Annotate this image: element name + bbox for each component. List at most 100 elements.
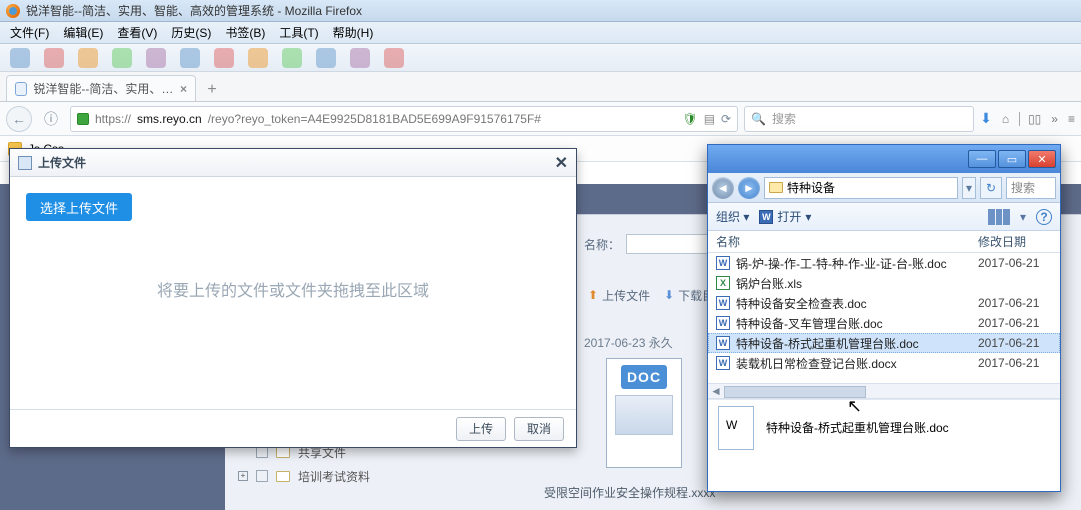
cancel-button[interactable]: 取消 — [514, 417, 564, 441]
explorer-search[interactable]: 搜索 — [1006, 177, 1056, 199]
col-mdate[interactable]: 修改日期 — [978, 233, 1052, 250]
explorer-toolbar: 组织 ▾ W打开 ▾ ▾ ? — [708, 203, 1060, 231]
window-titlebar: 锐洋智能--简洁、实用、智能、高效的管理系统 - Mozilla Firefox — [0, 0, 1081, 22]
window-title: 锐洋智能--简洁、实用、智能、高效的管理系统 - Mozilla Firefox — [26, 2, 362, 19]
modal-title: 上传文件 — [38, 154, 86, 171]
ext-icon[interactable] — [214, 48, 234, 68]
nav-back-button[interactable]: ◄ — [712, 177, 734, 199]
modal-close-icon[interactable]: ✕ — [555, 153, 568, 173]
selection-details: W 特种设备-桥式起重机管理台账.doc — [708, 399, 1060, 455]
doc-preview — [615, 395, 673, 435]
organize-menu[interactable]: 组织 ▾ — [716, 208, 749, 225]
help-icon[interactable]: ? — [1036, 209, 1052, 225]
new-tab-button[interactable]: + — [200, 79, 224, 101]
dropzone-text[interactable]: 将要上传的文件或文件夹拖拽至此区域 — [26, 277, 560, 301]
upload-file-link[interactable]: ⬆上传文件 — [584, 285, 654, 306]
breadcrumb-dropdown-icon[interactable]: ▾ — [962, 177, 976, 199]
expand-icon[interactable]: + — [238, 471, 248, 481]
bg-meta: 2017-06-23 永久 — [584, 334, 673, 351]
file-caption: 受限空间作业安全操作规程.xxxx — [544, 484, 715, 501]
name-input[interactable] — [626, 234, 716, 254]
file-row[interactable]: X锅炉台账.xls — [708, 273, 1060, 293]
nav-forward-button[interactable]: ► — [738, 177, 760, 199]
browser-tab[interactable]: 锐洋智能--简洁、实用、智能... × — [6, 75, 196, 101]
search-icon: 🔍 — [751, 112, 766, 126]
checkbox-icon[interactable] — [256, 470, 268, 482]
refresh-icon[interactable]: ⟳ — [721, 112, 731, 126]
ext-icon[interactable] — [180, 48, 200, 68]
search-box[interactable]: 🔍 搜索 — [744, 106, 974, 132]
menu-view[interactable]: 查看(V) — [111, 22, 163, 43]
word-icon: W — [716, 296, 730, 310]
search-placeholder: 搜索 — [772, 110, 796, 127]
urlbar[interactable]: https://sms.reyo.cn/reyo?reyo_token=A4E9… — [70, 106, 738, 132]
file-row[interactable]: W锅-炉-操-作-工-特-种-作-业-证-台-账.doc2017-06-21 — [708, 253, 1060, 273]
file-name: 特种设备安全检查表.doc — [736, 295, 867, 312]
shield-icon[interactable]: 🛡 — [682, 112, 697, 126]
ext-icon[interactable] — [146, 48, 166, 68]
file-thumbnail[interactable]: DOC — [606, 358, 682, 468]
horizontal-scrollbar[interactable] — [708, 383, 1060, 399]
ext-icon[interactable] — [78, 48, 98, 68]
upload-button[interactable]: 上传 — [456, 417, 506, 441]
open-with-menu[interactable]: W打开 ▾ — [759, 208, 811, 225]
ext-icon[interactable] — [44, 48, 64, 68]
modal-header[interactable]: 上传文件 ✕ — [10, 149, 576, 177]
menu-file[interactable]: 文件(F) — [4, 22, 55, 43]
navbar: ← ⓘ https://sms.reyo.cn/reyo?reyo_token=… — [0, 102, 1081, 136]
extension-toolbar — [0, 44, 1081, 72]
file-row[interactable]: W装载机日常检查登记台账.docx2017-06-21 — [708, 353, 1060, 373]
file-row[interactable]: W特种设备安全检查表.doc2017-06-21 — [708, 293, 1060, 313]
ext-icon[interactable] — [10, 48, 30, 68]
refresh-button[interactable]: ↻ — [980, 177, 1002, 199]
close-button[interactable]: ✕ — [1028, 150, 1056, 168]
minimize-button[interactable]: — — [968, 150, 996, 168]
tabbar: 锐洋智能--简洁、实用、智能... × + — [0, 72, 1081, 102]
selected-file-name: 特种设备-桥式起重机管理台账.doc — [766, 419, 949, 436]
file-date: 2017-06-21 — [978, 316, 1052, 330]
ext-icon[interactable] — [384, 48, 404, 68]
overflow-icon[interactable]: » — [1051, 112, 1058, 126]
ext-icon[interactable] — [282, 48, 302, 68]
hamburger-icon[interactable]: ≡ — [1068, 112, 1075, 126]
ext-icon[interactable] — [112, 48, 132, 68]
library-icon[interactable]: ▯▯ — [1019, 112, 1041, 126]
file-row[interactable]: W特种设备-桥式起重机管理台账.doc2017-06-21 — [708, 333, 1060, 353]
col-name[interactable]: 名称 — [716, 233, 978, 250]
ext-icon[interactable] — [316, 48, 336, 68]
folder-icon — [276, 447, 290, 458]
home-icon[interactable]: ⌂ — [1002, 112, 1009, 126]
word-icon: W — [716, 356, 730, 370]
reader-icon[interactable]: ▤ — [704, 112, 715, 126]
menubar: 文件(F) 编辑(E) 查看(V) 历史(S) 书签(B) 工具(T) 帮助(H… — [0, 22, 1081, 44]
explorer-titlebar[interactable]: — ▭ ✕ — [708, 145, 1060, 173]
maximize-button[interactable]: ▭ — [998, 150, 1026, 168]
menu-tools[interactable]: 工具(T) — [273, 22, 324, 43]
file-row[interactable]: W特种设备-叉车管理台账.doc2017-06-21 — [708, 313, 1060, 333]
file-name: 锅-炉-操-作-工-特-种-作-业-证-台-账.doc — [736, 255, 947, 272]
downloads-icon[interactable]: ⬇ — [980, 110, 992, 127]
file-explorer: — ▭ ✕ ◄ ► 特种设备 ▾ ↻ 搜索 组织 ▾ W打开 ▾ ▾ ? 名称 … — [707, 144, 1061, 492]
tab-close-icon[interactable]: × — [180, 82, 187, 96]
file-date: 2017-06-21 — [978, 356, 1052, 370]
url-path: /reyo?reyo_token=A4E9925D8181BAD5E699A9F… — [208, 112, 541, 126]
breadcrumb-label: 特种设备 — [787, 179, 835, 196]
info-button[interactable]: ⓘ — [38, 106, 64, 132]
menu-edit[interactable]: 编辑(E) — [57, 22, 109, 43]
sidebar-item-training[interactable]: + 培训考试资料 — [238, 464, 438, 488]
upload-modal: 上传文件 ✕ 选择上传文件 将要上传的文件或文件夹拖拽至此区域 上传 取消 — [9, 148, 577, 448]
menu-history[interactable]: 历史(S) — [165, 22, 217, 43]
back-button[interactable]: ← — [6, 106, 32, 132]
menu-bookmarks[interactable]: 书签(B) — [219, 22, 271, 43]
url-host: sms.reyo.cn — [137, 112, 202, 126]
column-headers[interactable]: 名称 修改日期 — [708, 231, 1060, 253]
choose-file-button[interactable]: 选择上传文件 — [26, 193, 132, 221]
file-date: 2017-06-21 — [978, 336, 1052, 350]
ext-icon[interactable] — [248, 48, 268, 68]
view-mode-button[interactable] — [988, 209, 1010, 225]
bg-name-field: 名称： — [584, 234, 716, 254]
breadcrumb[interactable]: 特种设备 — [764, 177, 958, 199]
ext-icon[interactable] — [350, 48, 370, 68]
menu-help[interactable]: 帮助(H) — [327, 22, 380, 43]
lock-icon — [77, 113, 89, 125]
